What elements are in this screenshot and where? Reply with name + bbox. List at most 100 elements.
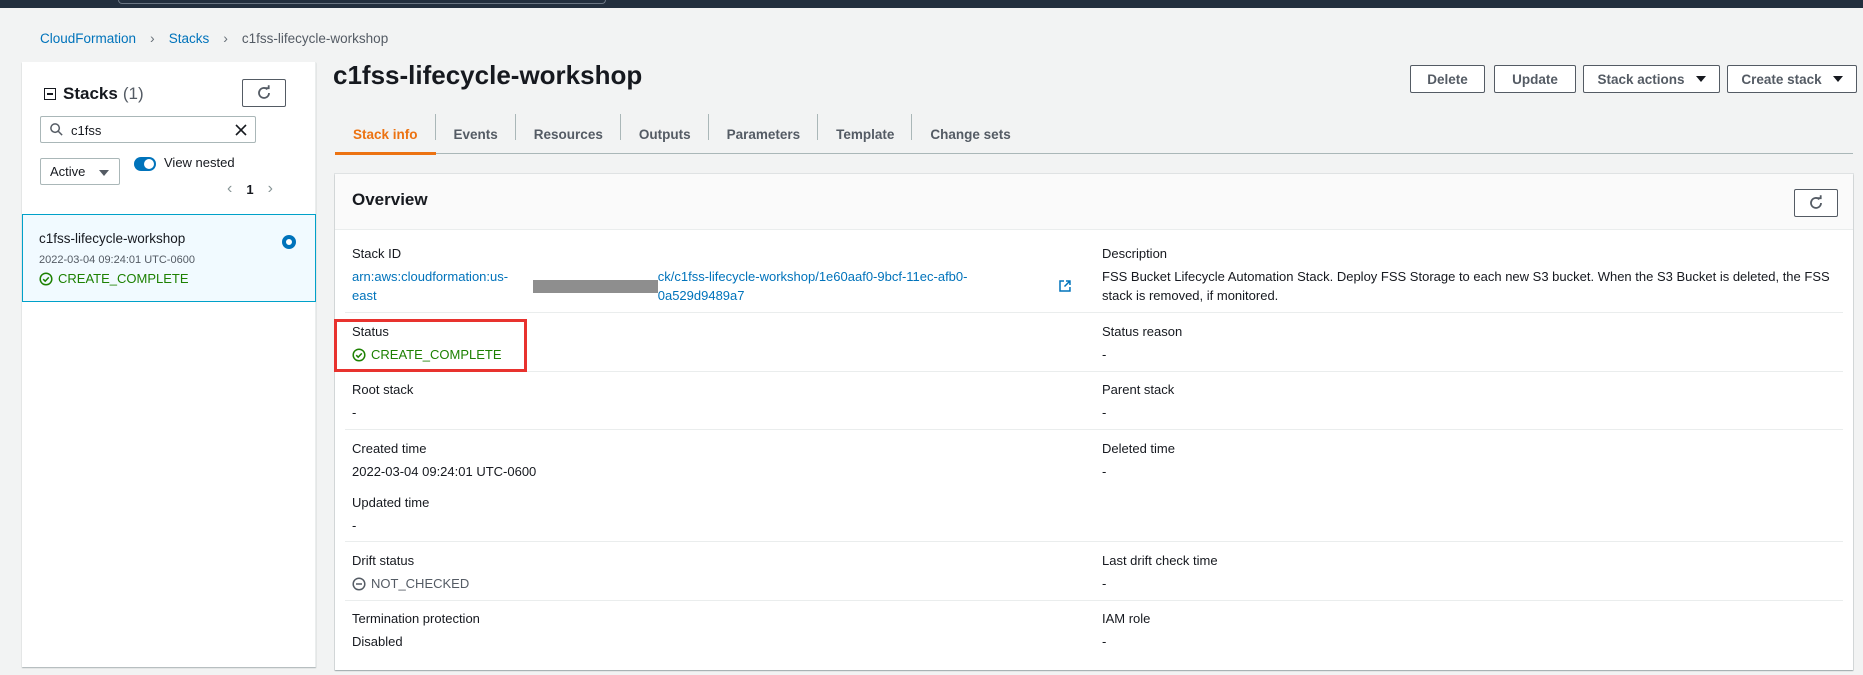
breadcrumb: CloudFormation › Stacks › c1fss-lifecycl… [40, 30, 388, 46]
delete-button[interactable]: Delete [1410, 65, 1485, 93]
deleted-time-label: Deleted time [1102, 441, 1175, 456]
last-drift-value: - [1102, 576, 1107, 591]
chevron-right-icon: › [150, 30, 155, 46]
status-filter-value: Active [50, 164, 86, 179]
chevron-right-icon[interactable]: › [268, 180, 273, 198]
page-number[interactable]: 1 [246, 182, 253, 197]
tab-stack-info[interactable]: Stack info [335, 114, 436, 155]
drift-status-label: Drift status [352, 553, 415, 568]
parent-stack-field: Parent stack - [1102, 382, 1174, 422]
tab-events[interactable]: Events [436, 114, 516, 154]
row-divider [345, 600, 1843, 601]
caret-down-icon [1832, 76, 1843, 82]
top-nav-bar [0, 0, 1863, 8]
chevron-right-icon: › [223, 30, 228, 46]
tab-label: Stack info [353, 126, 418, 142]
updated-time-field: Updated time - [352, 495, 429, 535]
collapse-icon[interactable] [44, 88, 56, 100]
updated-time-label: Updated time [352, 495, 430, 510]
stack-search-field [40, 116, 256, 143]
tab-label: Parameters [726, 126, 801, 142]
close-icon[interactable] [233, 122, 249, 138]
stack-list-item[interactable]: c1fss-lifecycle-workshop 2022-03-04 09:2… [22, 214, 316, 302]
last-drift-label: Last drift check time [1102, 553, 1218, 568]
overview-refresh-button[interactable] [1794, 189, 1838, 217]
stack-tabs: Stack info Events Resources Outputs Para… [335, 114, 1853, 155]
updated-time-value: - [352, 518, 357, 533]
tab-label: Resources [533, 126, 603, 142]
stacks-panel: Stacks (1) Active View nested ‹ 1 › c1fs… [22, 62, 316, 667]
drift-status-field: Drift status NOT_CHECKED [352, 553, 469, 593]
tab-label: Events [453, 126, 498, 142]
page-title: c1fss-lifecycle-workshop [333, 60, 643, 90]
overview-title: Overview [352, 190, 428, 209]
parent-stack-value: - [1102, 405, 1107, 420]
stack-search-input[interactable] [71, 120, 221, 140]
overview-panel: Overview Stack ID arn:aws:cloudformation… [335, 174, 1853, 670]
tab-label: Template [836, 126, 895, 142]
chevron-left-icon[interactable]: ‹ [227, 180, 232, 198]
stack-item-created: 2022-03-04 09:24:01 UTC-0600 [39, 254, 195, 266]
caret-down-icon [99, 170, 109, 176]
termination-protection-field: Termination protection Disabled [352, 611, 480, 651]
external-link-icon [1059, 280, 1071, 292]
termination-protection-label: Termination protection [352, 611, 480, 626]
iam-role-field: IAM role - [1102, 611, 1150, 651]
stacks-count: (1) [122, 84, 144, 103]
root-stack-field: Root stack - [352, 382, 413, 422]
stack-id-label: Stack ID [352, 246, 402, 261]
stack-id-prefix: arn:aws:cloudformation:us-east [352, 269, 509, 303]
stacks-refresh-button[interactable] [242, 79, 286, 107]
global-search-outline[interactable] [118, 0, 606, 4]
created-time-field: Created time 2022-03-04 09:24:01 UTC-060… [352, 441, 536, 481]
created-time-value: 2022-03-04 09:24:01 UTC-0600 [352, 464, 537, 479]
stack-select-radio[interactable] [282, 235, 296, 249]
stack-item-status: CREATE_COMPLETE [39, 271, 189, 286]
check-circle-icon [39, 271, 53, 286]
breadcrumb-cloudformation[interactable]: CloudFormation [40, 31, 136, 46]
iam-role-value: - [1102, 634, 1107, 649]
stacks-panel-header: Stacks (1) [44, 84, 144, 104]
root-stack-value: - [352, 405, 357, 420]
parent-stack-label: Parent stack [1102, 382, 1175, 397]
stack-actions-label: Stack actions [1597, 71, 1685, 87]
breadcrumb-stacks[interactable]: Stacks [169, 31, 210, 46]
termination-protection-value: Disabled [352, 634, 403, 649]
tab-template[interactable]: Template [818, 114, 913, 154]
caret-down-icon [1695, 76, 1706, 82]
tab-label: Outputs [638, 126, 691, 142]
create-stack-button[interactable]: Create stack [1727, 65, 1857, 93]
status-filter-select[interactable]: Active [40, 158, 120, 185]
refresh-icon [258, 85, 270, 99]
deleted-time-field: Deleted time - [1102, 441, 1175, 481]
tab-parameters[interactable]: Parameters [709, 114, 819, 154]
search-icon [50, 123, 63, 136]
root-stack-label: Root stack [352, 382, 414, 397]
last-drift-field: Last drift check time - [1102, 553, 1218, 593]
stacks-panel-title: Stacks [63, 84, 118, 103]
stack-id-field: Stack ID arn:aws:cloudformation:us-east c… [352, 246, 1072, 305]
row-divider [345, 429, 1843, 430]
status-highlight-box [334, 319, 527, 372]
stack-item-name[interactable]: c1fss-lifecycle-workshop [39, 231, 185, 246]
stack-id-suffix: ck/c1fss-lifecycle-workshop/1e60aaf0-9bc… [657, 269, 968, 303]
status-reason-value: - [1102, 347, 1107, 362]
drift-status-value: NOT_CHECKED [352, 574, 469, 593]
redacted-block [533, 279, 658, 293]
description-label: Description [1102, 246, 1168, 261]
row-divider [345, 541, 1843, 542]
view-nested-label: View nested [164, 155, 235, 170]
status-reason-label: Status reason [1102, 324, 1183, 339]
tab-outputs[interactable]: Outputs [621, 114, 709, 154]
tab-resources[interactable]: Resources [516, 114, 621, 154]
stack-actions-button[interactable]: Stack actions [1583, 65, 1720, 93]
create-stack-label: Create stack [1741, 71, 1822, 87]
status-reason-field: Status reason - [1102, 324, 1182, 364]
drift-status-text: NOT_CHECKED [371, 576, 470, 591]
update-button[interactable]: Update [1494, 65, 1576, 93]
pagination: ‹ 1 › [227, 180, 273, 198]
stack-id-link[interactable]: arn:aws:cloudformation:us-east ck/c1fss-l… [352, 267, 1072, 305]
tab-change-sets[interactable]: Change sets [912, 114, 1028, 154]
description-field: Description FSS Bucket Lifecycle Automat… [1102, 246, 1837, 305]
view-nested-toggle[interactable] [134, 157, 156, 171]
